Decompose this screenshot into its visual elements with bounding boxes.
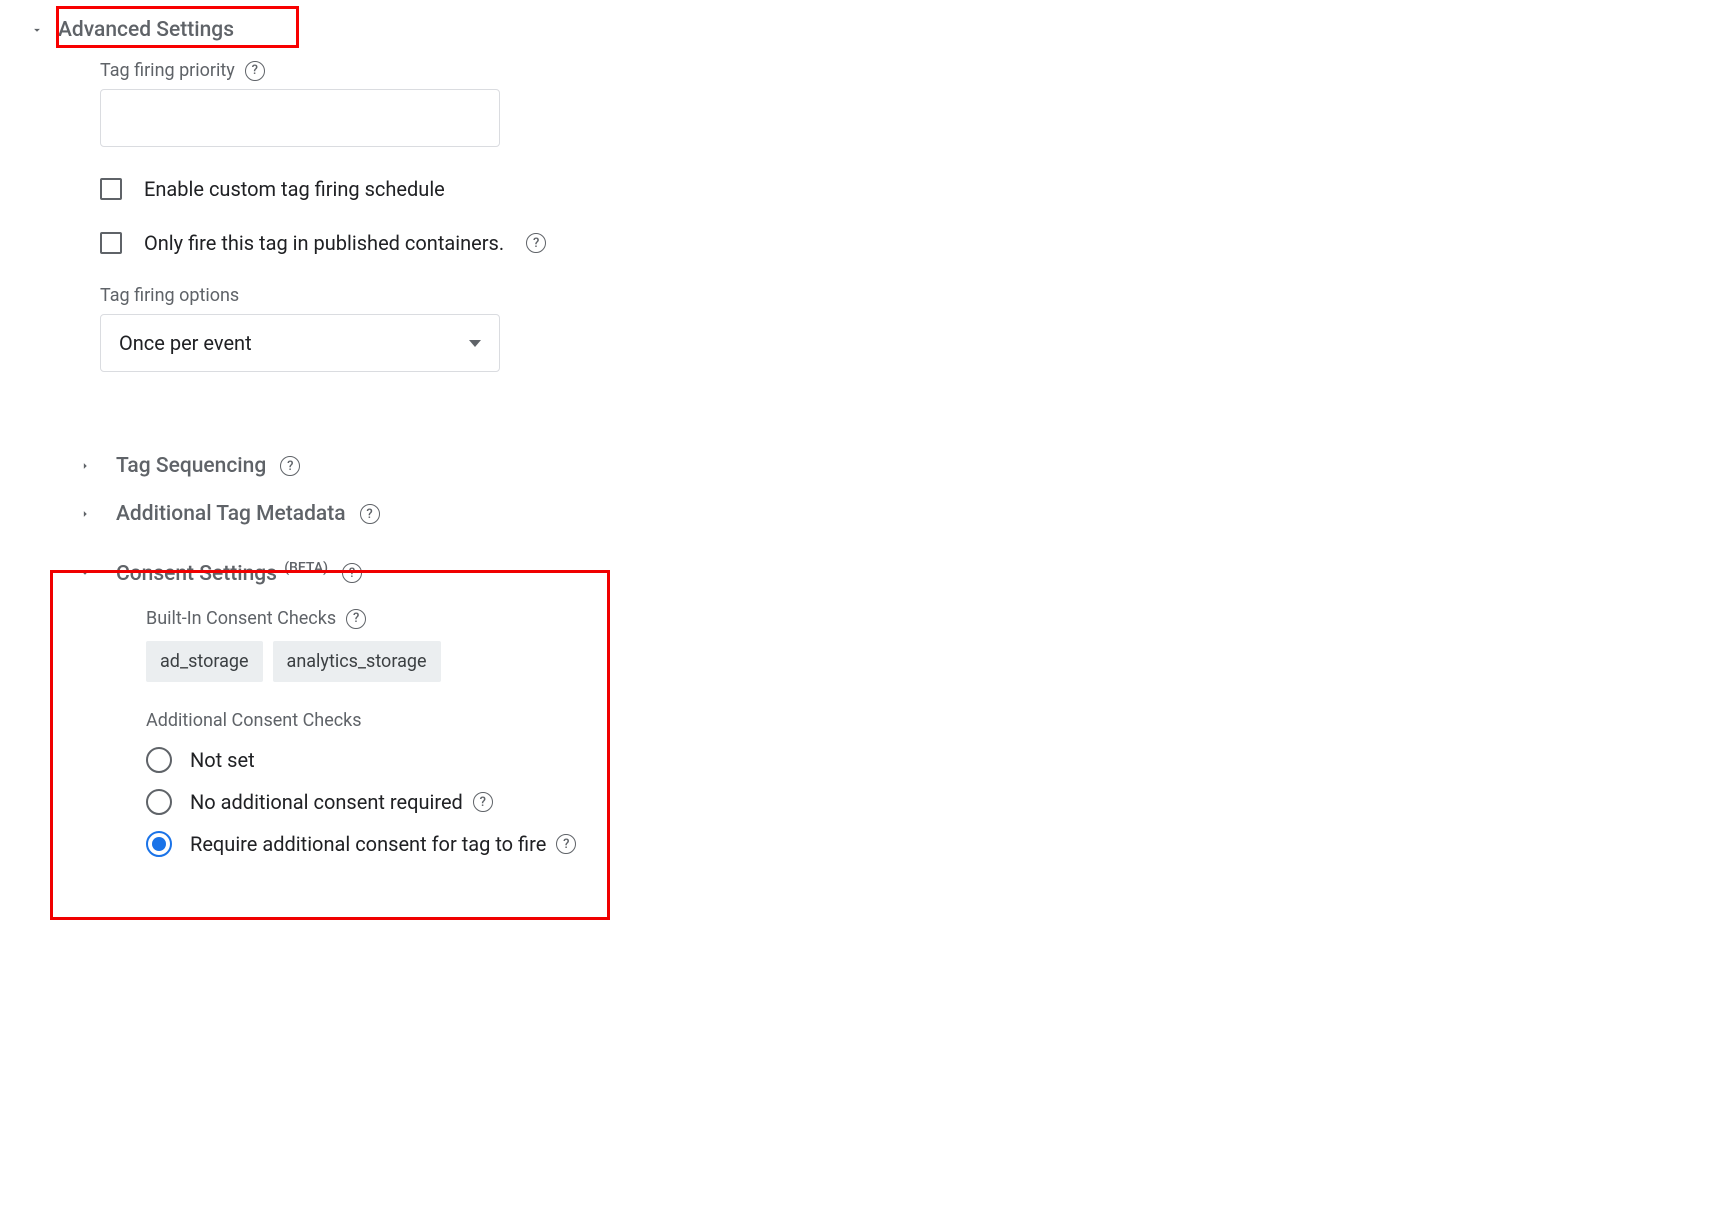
tag-firing-priority-group: Tag firing priority xyxy=(30,60,1736,147)
consent-settings-header[interactable]: Consent Settings (BETA) xyxy=(78,560,1736,586)
consent-settings-title: Consent Settings (BETA) xyxy=(116,560,328,586)
tag-firing-options-label: Tag firing options xyxy=(100,285,1736,306)
only-fire-published-row[interactable]: Only fire this tag in published containe… xyxy=(30,231,1736,255)
radio-label-text: No additional consent required xyxy=(190,790,463,814)
tag-firing-options-select[interactable]: Once per event xyxy=(100,314,500,372)
consent-radio-no-additional-label: No additional consent required xyxy=(190,790,493,814)
additional-tag-metadata-header[interactable]: Additional Tag Metadata xyxy=(30,502,1736,526)
dropdown-arrow-icon xyxy=(469,340,481,347)
additional-consent-label: Additional Consent Checks xyxy=(146,710,1736,731)
consent-radio-require-additional-row[interactable]: Require additional consent for tag to fi… xyxy=(146,831,1736,857)
additional-tag-metadata-title: Additional Tag Metadata xyxy=(116,502,346,526)
enable-custom-schedule-label: Enable custom tag firing schedule xyxy=(144,177,445,201)
tag-sequencing-title: Tag Sequencing xyxy=(116,454,266,478)
builtin-consent-tags: ad_storage analytics_storage xyxy=(146,641,1736,682)
help-icon[interactable] xyxy=(342,563,362,583)
consent-settings-body: Built-In Consent Checks ad_storage analy… xyxy=(78,608,1736,857)
consent-radio-require-additional-label: Require additional consent for tag to fi… xyxy=(190,832,576,856)
tag-firing-options-group: Tag firing options Once per event xyxy=(30,285,1736,372)
advanced-settings-title: Advanced Settings xyxy=(58,18,234,42)
help-icon[interactable] xyxy=(360,504,380,524)
consent-radio-not-set-row[interactable]: Not set xyxy=(146,747,1736,773)
help-icon[interactable] xyxy=(346,609,366,629)
help-icon[interactable] xyxy=(280,456,300,476)
chevron-down-icon xyxy=(30,23,44,37)
additional-consent-label-text: Additional Consent Checks xyxy=(146,710,362,731)
tag-sequencing-header[interactable]: Tag Sequencing xyxy=(30,454,1736,478)
enable-custom-schedule-row[interactable]: Enable custom tag firing schedule xyxy=(30,177,1736,201)
tag-firing-options-selected: Once per event xyxy=(119,331,252,355)
builtin-consent-label-text: Built-In Consent Checks xyxy=(146,608,336,629)
tag-firing-priority-label-text: Tag firing priority xyxy=(100,60,235,81)
consent-radio-require-additional[interactable] xyxy=(146,831,172,857)
consent-radio-not-set[interactable] xyxy=(146,747,172,773)
consent-tag-chip: analytics_storage xyxy=(273,641,441,682)
chevron-down-icon xyxy=(78,566,92,580)
enable-custom-schedule-checkbox[interactable] xyxy=(100,178,122,200)
beta-badge: (BETA) xyxy=(284,560,328,576)
chevron-right-icon xyxy=(78,459,92,473)
consent-settings-title-text: Consent Settings xyxy=(116,562,282,586)
builtin-consent-label: Built-In Consent Checks xyxy=(146,608,1736,629)
consent-settings-section: Consent Settings (BETA) Built-In Consent… xyxy=(30,560,1736,857)
help-icon[interactable] xyxy=(526,233,546,253)
consent-radio-no-additional-row[interactable]: No additional consent required xyxy=(146,789,1736,815)
help-icon[interactable] xyxy=(473,792,493,812)
only-fire-published-label: Only fire this tag in published containe… xyxy=(144,231,504,255)
tag-firing-priority-input[interactable] xyxy=(100,89,500,147)
consent-tag-chip: ad_storage xyxy=(146,641,263,682)
chevron-right-icon xyxy=(78,507,92,521)
consent-radio-no-additional[interactable] xyxy=(146,789,172,815)
radio-label-text: Require additional consent for tag to fi… xyxy=(190,832,546,856)
help-icon[interactable] xyxy=(556,834,576,854)
advanced-settings-header[interactable]: Advanced Settings xyxy=(30,18,1736,42)
consent-radio-not-set-label: Not set xyxy=(190,748,255,772)
only-fire-published-checkbox[interactable] xyxy=(100,232,122,254)
help-icon[interactable] xyxy=(245,61,265,81)
radio-label-text: Not set xyxy=(190,748,255,772)
tag-firing-options-label-text: Tag firing options xyxy=(100,285,239,306)
tag-firing-priority-label: Tag firing priority xyxy=(100,60,1736,81)
